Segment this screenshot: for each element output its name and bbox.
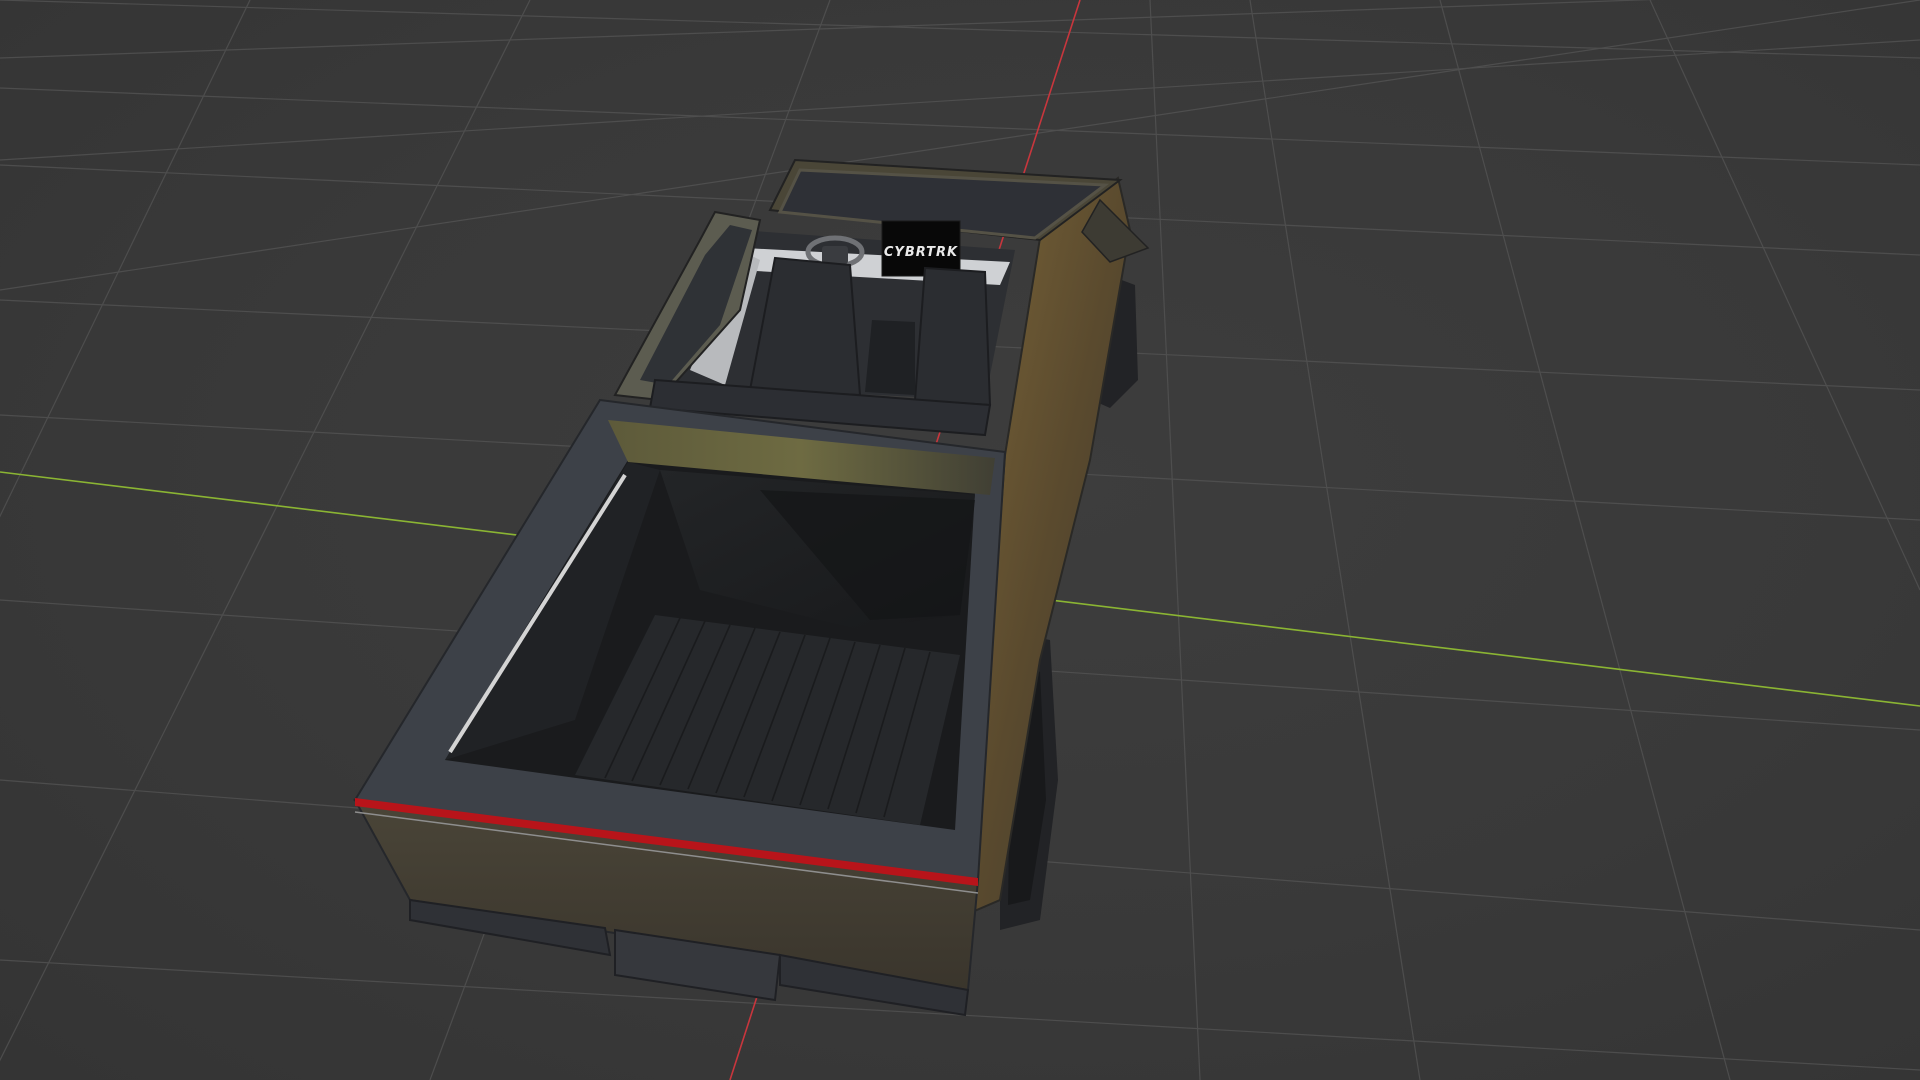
truck-model[interactable]: CYBRTRK	[353, 158, 1150, 1017]
screen-logo-text: CYBRTRK	[884, 245, 958, 260]
passenger-seat	[913, 266, 992, 407]
3d-viewport[interactable]: CYBRTRK	[0, 0, 1920, 1080]
center-console	[865, 320, 915, 395]
